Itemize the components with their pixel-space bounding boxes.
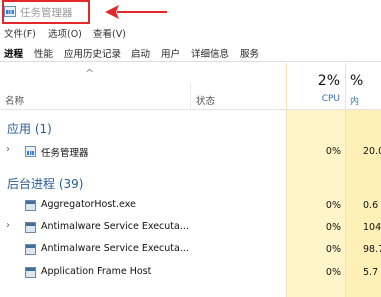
column-status[interactable]: 状态 [196, 93, 215, 107]
column-memory[interactable]: % 内 [346, 63, 381, 109]
column-cpu[interactable]: 2% CPU [286, 63, 345, 109]
menu-file[interactable]: 文件(F) [4, 26, 36, 40]
expand-chevron-icon[interactable]: › [6, 220, 10, 231]
application-window-icon [25, 267, 36, 278]
memory-label: 内 [350, 97, 360, 107]
group-background-title: 后台进程 (39) [7, 177, 84, 191]
menu-options[interactable]: 选项(O) [48, 26, 82, 40]
process-name: Antimalware Service Executa... [41, 243, 189, 254]
process-cpu: 0% [325, 200, 341, 211]
tab-processes[interactable]: 进程 [4, 46, 23, 60]
red-arrow-icon [105, 5, 167, 19]
process-memory: 5.7 [363, 267, 379, 278]
process-row[interactable]: › 任务管理器 0% 20.0 [0, 141, 381, 163]
title-bar: 任务管理器 [0, 0, 381, 24]
application-window-icon [25, 244, 36, 255]
process-name: Antimalware Service Executa... [41, 221, 189, 232]
process-cpu: 0% [325, 244, 341, 255]
task-manager-icon [25, 146, 36, 157]
title-highlight-box [2, 0, 90, 24]
process-memory: 98.7 [363, 244, 381, 255]
process-row[interactable]: Antimalware Service Executa... 0% 98.7 [0, 239, 381, 261]
cpu-label: CPU [321, 94, 340, 104]
process-name: 任务管理器 [41, 148, 89, 159]
column-name[interactable]: 名称 [5, 93, 24, 107]
tab-performance[interactable]: 性能 [34, 46, 53, 60]
process-memory: 0.6 [363, 200, 379, 211]
column-header: ^ 名称 状态 2% CPU % 内 [0, 63, 381, 110]
menu-view[interactable]: 查看(V) [93, 26, 126, 40]
application-window-icon [25, 200, 36, 211]
process-name: Application Frame Host [41, 266, 152, 277]
process-memory: 20.0 [363, 146, 381, 157]
tab-services[interactable]: 服务 [240, 46, 259, 60]
process-cpu: 0% [325, 222, 341, 233]
tab-details[interactable]: 详细信息 [191, 46, 229, 60]
tab-startup[interactable]: 启动 [131, 46, 150, 60]
memory-total-percent: % [350, 73, 364, 89]
process-name: AggregatorHost.exe [41, 199, 136, 210]
tab-bar: 进程 性能 应用历史记录 启动 用户 详细信息 服务 [0, 43, 381, 62]
process-cpu: 0% [325, 146, 341, 157]
group-apps-title: 应用 (1) [7, 122, 52, 136]
tab-app-history[interactable]: 应用历史记录 [64, 46, 121, 60]
process-cpu: 0% [325, 267, 341, 278]
process-row[interactable]: Application Frame Host 0% 5.7 [0, 262, 381, 284]
expand-chevron-icon[interactable]: › [6, 144, 10, 155]
menu-bar: 文件(F) 选项(O) 查看(V) [0, 25, 381, 41]
process-row[interactable]: AggregatorHost.exe 0% 0.6 [0, 195, 381, 217]
tab-users[interactable]: 用户 [161, 46, 180, 60]
process-memory: 104.2 [363, 222, 381, 233]
process-row[interactable]: › Antimalware Service Executa... 0% 104.… [0, 217, 381, 239]
sort-chevron-icon[interactable]: ^ [85, 67, 94, 80]
application-window-icon [25, 222, 36, 233]
cpu-total-percent: 2% [317, 73, 340, 89]
column-separator[interactable] [190, 83, 191, 109]
